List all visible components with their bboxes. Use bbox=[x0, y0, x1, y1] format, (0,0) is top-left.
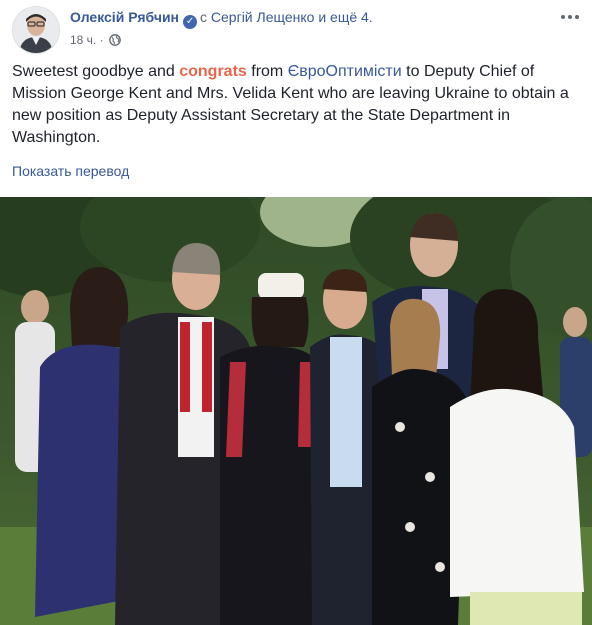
globe-icon[interactable] bbox=[109, 34, 121, 46]
post-photo[interactable] bbox=[0, 197, 592, 625]
author-name-link[interactable]: Олексій Рябчин bbox=[70, 9, 179, 25]
author-avatar[interactable] bbox=[12, 6, 60, 54]
show-translation-link[interactable]: Показать перевод bbox=[12, 163, 129, 179]
verified-badge-icon: ✓ bbox=[183, 15, 198, 29]
post-text-part1: Sweetest goodbye and bbox=[12, 63, 180, 80]
author-line: Олексій Рябчин ✓ с Сергій Лещенко и ещё 4. bbox=[70, 9, 373, 29]
page-mention-link[interactable]: ЄвроОптимісти bbox=[288, 63, 402, 80]
post-text-part2: from bbox=[246, 63, 288, 80]
post-timestamp[interactable]: 18 ч. bbox=[70, 33, 96, 47]
post-meta: 18 ч. · bbox=[70, 33, 121, 47]
more-options-icon[interactable] bbox=[558, 8, 582, 26]
tagged-others-link[interactable]: и ещё 4. bbox=[318, 9, 372, 25]
tagged-person-link[interactable]: Сергій Лещенко bbox=[211, 9, 315, 25]
post-header: Олексій Рябчин ✓ с Сергій Лещенко и ещё 4.… bbox=[12, 6, 582, 54]
post-text-highlight: congrats bbox=[179, 63, 247, 80]
post-text: Sweetest goodbye and congrats from ЄвроО… bbox=[12, 61, 580, 149]
with-text: с bbox=[200, 9, 208, 25]
